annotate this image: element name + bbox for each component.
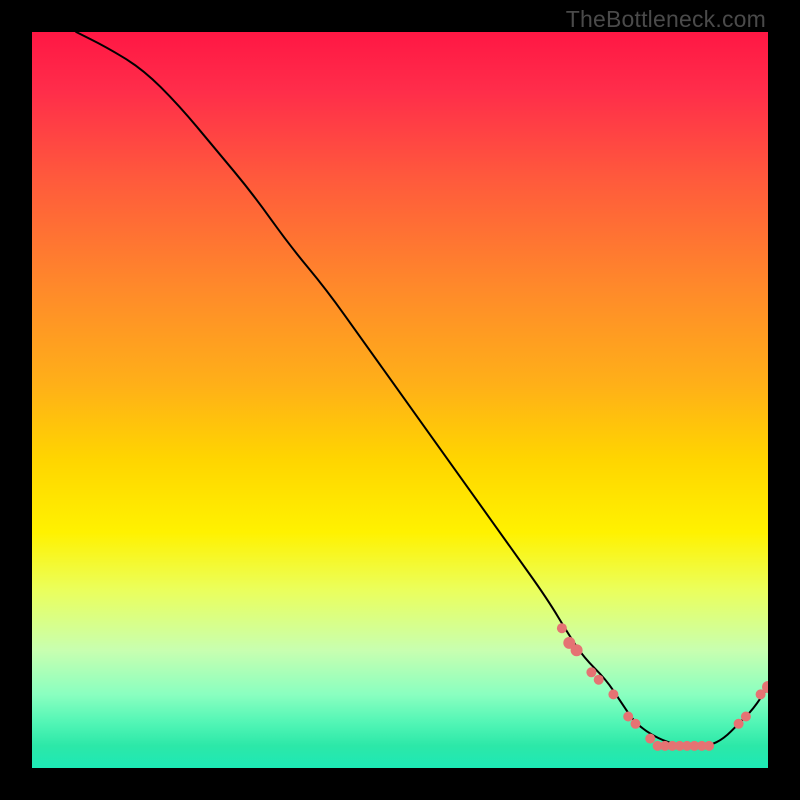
watermark-text: TheBottleneck.com [566,6,766,33]
data-marker [557,623,567,633]
data-marker [704,741,714,751]
data-marker [645,734,655,744]
data-marker [623,712,633,722]
data-marker [734,719,744,729]
data-marker [594,675,604,685]
chart-container: TheBottleneck.com [0,0,800,800]
curve-line [76,32,768,746]
plot-area [32,32,768,768]
data-marker [586,667,596,677]
data-marker [631,719,641,729]
data-marker [608,689,618,699]
markers-group [557,623,768,751]
data-marker [571,644,583,656]
chart-svg [32,32,768,768]
data-marker [741,712,751,722]
